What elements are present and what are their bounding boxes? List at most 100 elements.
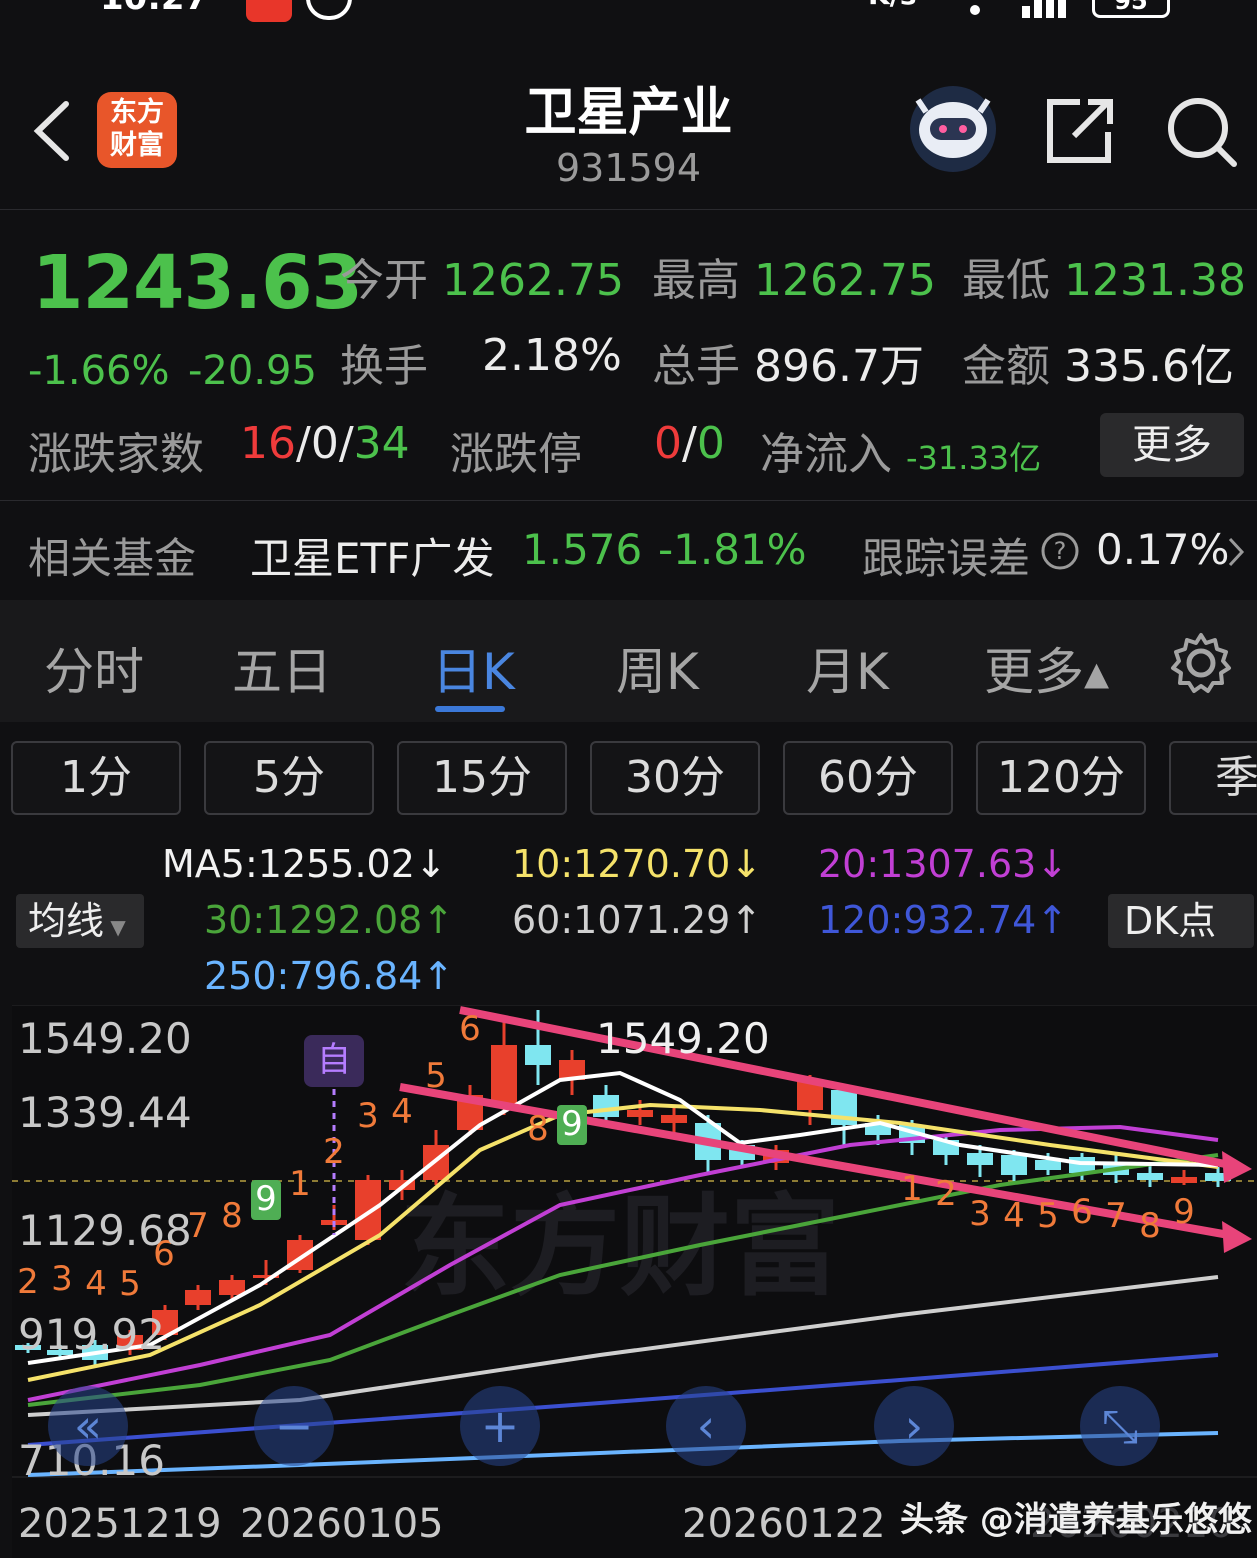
limit-separator: / — [682, 418, 697, 469]
period-15min-button[interactable]: 15分 — [397, 741, 567, 815]
kline-chart[interactable]: 东方财富 自 1549.20 2 3 4 567 8 9 123 4568 91 2 3 4 5 6 7 8 9… — [0, 1005, 1257, 1558]
low-value: 1231.38 — [1064, 255, 1246, 306]
related-fund-row[interactable]: 相关基金 卫星ETF广发 1.576 -1.81% 跟踪误差 ? 0.17% — [0, 501, 1257, 599]
tab-daily-k[interactable]: 日K — [432, 632, 515, 704]
open-label: 今开 — [340, 255, 428, 306]
dk-label: DK点 — [1124, 899, 1217, 943]
tab-five-day[interactable]: 五日 — [232, 632, 332, 704]
ma120-value: 120:932.74↑ — [818, 898, 1069, 942]
high-label: 最高 — [652, 255, 740, 306]
fund-price: 1.576 — [522, 525, 643, 574]
status-time: 10:27 — [100, 0, 208, 22]
ma10-value: 10:1270.70↓ — [512, 842, 763, 886]
seq-number: 5 — [425, 1056, 447, 1096]
rewind-button[interactable]: « — [48, 1386, 128, 1466]
tracking-error-label: 跟踪误差 — [862, 534, 1031, 583]
turnover-label: 换手 — [340, 341, 428, 392]
seq-number: 2 — [935, 1174, 957, 1214]
wifi-icon — [955, 0, 995, 18]
seq-number: 8 — [1139, 1206, 1161, 1246]
share-button[interactable] — [1046, 98, 1114, 164]
tracking-error-value: 0.17% — [1096, 525, 1230, 574]
candle-body — [219, 1280, 245, 1295]
max-price-label: 1549.20 — [596, 1014, 770, 1063]
dk-point-button[interactable]: DK点 — [1108, 894, 1254, 948]
candle-body — [491, 1045, 517, 1105]
candle-body — [1171, 1177, 1197, 1183]
period-1min-button[interactable]: 1分 — [11, 741, 181, 815]
change-amount: -20.95 — [188, 348, 317, 394]
self-marker-text: 自 — [317, 1040, 351, 1080]
limit-down-count: 0 — [696, 418, 725, 469]
ma5-value: MA5:1255.02↓ — [162, 842, 447, 886]
seq-number: 6 — [459, 1009, 481, 1049]
y-tick-4: 919.92 — [18, 1310, 165, 1359]
period-quarter-button[interactable]: 季 — [1169, 741, 1257, 815]
candle-body — [185, 1290, 211, 1305]
seq-number: 2 — [17, 1262, 39, 1302]
footer-watermark: 头条 @消遣养基乐悠悠 — [900, 1500, 1252, 1540]
search-button[interactable] — [1166, 96, 1238, 168]
scroll-left-button[interactable]: ‹ — [666, 1386, 746, 1466]
candle-body — [627, 1110, 653, 1117]
candle-body — [967, 1153, 993, 1165]
current-price: 1243.63 — [32, 240, 363, 326]
ma-selector-label: 均线 — [28, 899, 105, 943]
candle-body — [661, 1115, 687, 1123]
seq-number: 2 — [323, 1132, 345, 1172]
adv-decl-label: 涨跌家数 — [28, 429, 204, 480]
open-value: 1262.75 — [442, 255, 624, 306]
seq-number: 1 — [289, 1164, 311, 1204]
seq-number: 3 — [357, 1096, 379, 1136]
seq-number: 3 — [51, 1259, 73, 1299]
seq-number: 9 — [1173, 1192, 1195, 1232]
question-icon[interactable]: ? — [1040, 531, 1080, 571]
limit-up-count: 0 — [654, 418, 682, 469]
seq-number: 8 — [527, 1109, 549, 1149]
tab-weekly-k[interactable]: 周K — [616, 632, 699, 704]
shield-notification-icon — [306, 0, 352, 20]
period-30min-button[interactable]: 30分 — [590, 741, 760, 815]
y-tick-3: 1129.68 — [18, 1206, 192, 1255]
robot-avatar-button[interactable] — [910, 86, 996, 172]
seq-number: 8 — [221, 1196, 243, 1236]
zoom-in-button[interactable]: + — [460, 1386, 540, 1466]
app-notification-icon — [246, 0, 292, 22]
scroll-right-button[interactable]: › — [874, 1386, 954, 1466]
change-percent: -1.66% — [28, 348, 170, 394]
tab-intraday[interactable]: 分时 — [44, 632, 144, 704]
x-tick-1: 20251219 — [18, 1501, 222, 1547]
fund-label: 相关基金 — [28, 534, 197, 583]
fullscreen-button[interactable]: ⤡ — [1080, 1386, 1160, 1466]
candle-body — [525, 1045, 551, 1065]
seq-number: 1 — [901, 1169, 923, 1209]
ma-selector[interactable]: 均线 ▼ — [16, 894, 144, 948]
adv-up-count: 16 — [240, 418, 296, 469]
battery-indicator: 95 — [1092, 0, 1170, 18]
ma250-value: 250:796.84↑ — [204, 954, 455, 998]
y-tick-1: 1549.20 — [18, 1014, 192, 1063]
signal-icon — [1022, 0, 1074, 18]
seq-number: 5 — [119, 1264, 141, 1304]
robot-avatar-icon — [915, 98, 991, 158]
amount-value: 335.6亿 — [1064, 341, 1234, 392]
tab-monthly-k[interactable]: 月K — [806, 632, 889, 704]
search-icon — [1168, 98, 1237, 167]
period-120min-button[interactable]: 120分 — [976, 741, 1146, 815]
gear-icon[interactable] — [1170, 632, 1232, 694]
more-stats-button[interactable]: 更多 — [1100, 413, 1244, 477]
header-divider — [0, 209, 1257, 210]
adv-flat-count: /0/ — [296, 418, 354, 469]
period-5min-button[interactable]: 5分 — [204, 741, 374, 815]
seq-number: 3 — [969, 1194, 991, 1234]
tab-more[interactable]: 更多▴ — [984, 632, 1109, 704]
seq-number: 9 — [255, 1179, 277, 1219]
candle-body — [1137, 1173, 1163, 1180]
zoom-out-button[interactable]: − — [254, 1386, 334, 1466]
inflow-value: -31.33亿 — [906, 439, 1042, 477]
period-60min-button[interactable]: 60分 — [783, 741, 953, 815]
candle-body — [593, 1095, 619, 1117]
x-tick-3: 20260122 — [682, 1501, 886, 1547]
svg-text:?: ? — [1054, 537, 1067, 565]
ma30-value: 30:1292.08↑ — [204, 898, 455, 942]
